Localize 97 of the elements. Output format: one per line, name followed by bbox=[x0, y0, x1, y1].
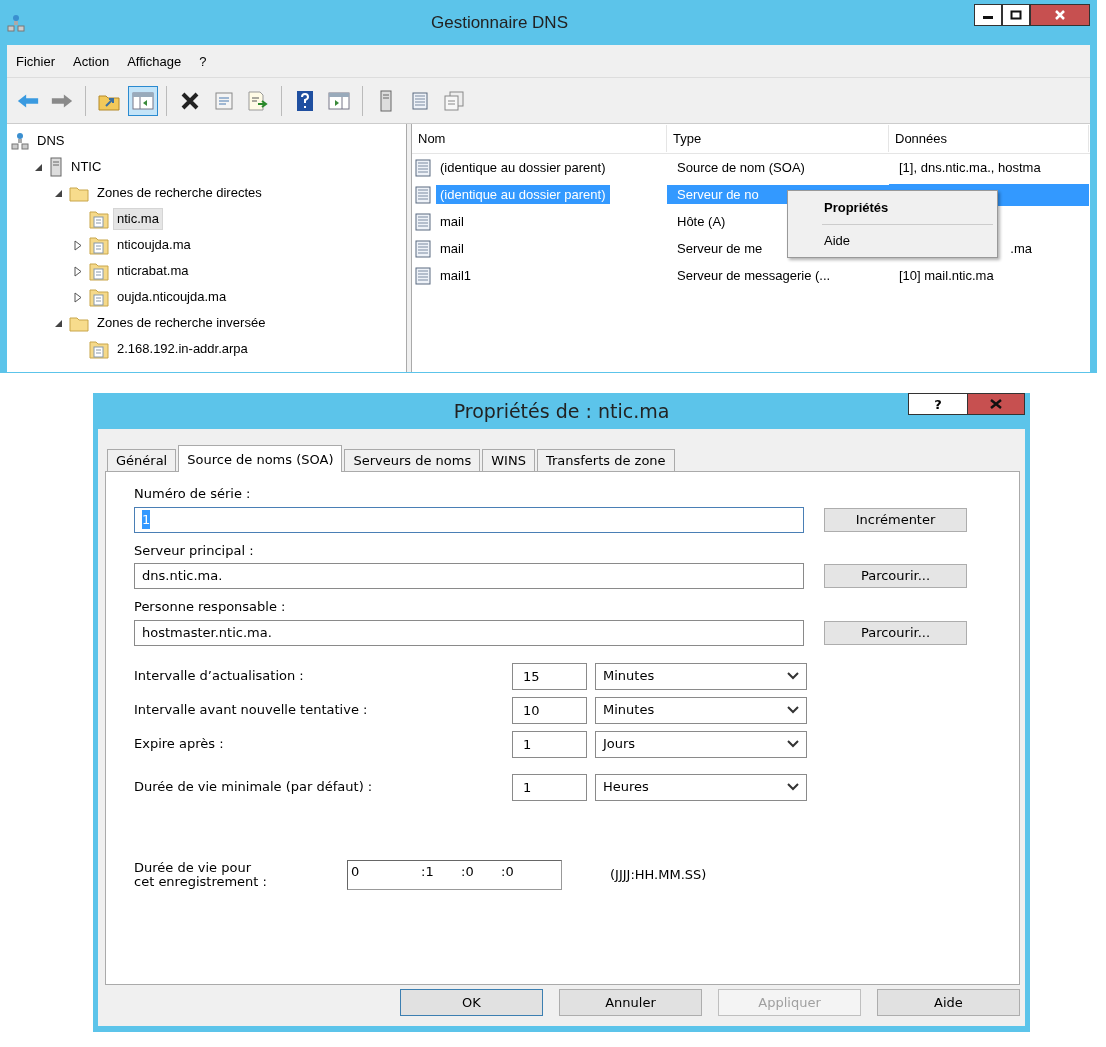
tab[interactable]: WINS bbox=[482, 449, 535, 471]
copy-icon bbox=[443, 90, 465, 111]
dns-server-icon bbox=[11, 132, 29, 150]
field-label: Personne responsable : bbox=[134, 598, 287, 616]
input-field[interactable]: dns.ntic.ma. bbox=[134, 563, 804, 589]
unit-dropdown[interactable]: Jours bbox=[595, 730, 807, 758]
field-label: Serveur principal : bbox=[134, 541, 255, 560]
table-cell-text: Source de nom (SOA) bbox=[676, 158, 806, 177]
browse-button[interactable]: Parcourir... bbox=[824, 564, 967, 588]
dialog-button[interactable]: Aide bbox=[877, 989, 1020, 1016]
record-icon bbox=[414, 239, 432, 258]
column-header[interactable]: Données bbox=[889, 124, 1089, 153]
delete-icon bbox=[180, 90, 200, 111]
folder-icon bbox=[69, 314, 89, 332]
table-cell-text: Serveur de me bbox=[676, 239, 764, 258]
chevron-down-icon bbox=[787, 672, 799, 680]
number-field[interactable]: 1 bbox=[512, 730, 587, 758]
dns-server-icon bbox=[7, 13, 25, 32]
help-button[interactable]: ? bbox=[908, 393, 968, 415]
window-title: Gestionnaire DNS bbox=[430, 11, 569, 34]
tree-item[interactable]: NTIC bbox=[67, 156, 106, 178]
format-hint: (JJJJ:HH.MM.SS) bbox=[610, 865, 707, 884]
export-list-icon bbox=[247, 90, 269, 111]
interval-label: Durée de vie minimale (par défaut) : bbox=[134, 778, 374, 797]
record-icon bbox=[411, 91, 429, 110]
number-field[interactable]: 10 bbox=[512, 696, 587, 724]
tree-item[interactable]: 2.168.192.in-addr.arpa bbox=[113, 338, 252, 360]
zone-file-icon bbox=[89, 339, 109, 359]
menu-item[interactable]: ? bbox=[190, 45, 216, 77]
tree-item[interactable]: Zones de recherche inversée bbox=[93, 312, 270, 334]
folder-icon bbox=[69, 184, 89, 202]
interval-label: Expire après : bbox=[134, 735, 225, 754]
table-cell-text: Serveur de messagerie (... bbox=[676, 266, 832, 285]
record-name[interactable]: mail1 bbox=[436, 265, 476, 286]
zone-file-icon bbox=[89, 209, 109, 229]
tab[interactable]: Général bbox=[107, 449, 177, 471]
close-icon bbox=[989, 399, 1003, 409]
unit-dropdown[interactable]: Minutes bbox=[595, 696, 807, 724]
zone-file-icon bbox=[89, 235, 109, 255]
tree-item[interactable]: ntic.ma bbox=[113, 208, 163, 230]
context-menu-item[interactable]: Propriétés bbox=[788, 194, 997, 222]
interval-label: Intervalle avant nouvelle tentative : bbox=[134, 701, 369, 720]
tab[interactable]: Transferts de zone bbox=[536, 449, 675, 471]
menu-item[interactable]: Affichage bbox=[118, 45, 191, 77]
zone-file-icon bbox=[89, 287, 109, 307]
number-field[interactable]: 15 bbox=[512, 662, 587, 690]
tree-item[interactable]: nticrabat.ma bbox=[113, 260, 193, 282]
maximize-button[interactable] bbox=[1002, 4, 1030, 26]
server-icon bbox=[49, 157, 63, 177]
browse-button[interactable]: Parcourir... bbox=[824, 620, 967, 645]
table-cell-text: [10] mail.ntic.ma bbox=[898, 266, 995, 285]
tab[interactable]: Source de noms (SOA) bbox=[178, 445, 343, 472]
unit-dropdown[interactable]: Minutes bbox=[595, 662, 807, 690]
properties-icon bbox=[214, 90, 234, 111]
tree-item[interactable]: Zones de recherche directes bbox=[93, 182, 266, 204]
record-icon bbox=[414, 212, 432, 231]
tree-item[interactable]: DNS bbox=[33, 130, 69, 152]
interval-label: Intervalle d’actualisation : bbox=[134, 667, 305, 686]
table-cell-text: Hôte (A) bbox=[676, 212, 727, 231]
column-header[interactable]: Type bbox=[667, 124, 889, 153]
ttl-input-field[interactable]: 0 :1 :0 :0 bbox=[347, 859, 562, 890]
context-menu-item[interactable]: Aide bbox=[788, 226, 997, 254]
unit-dropdown[interactable]: Heures bbox=[595, 773, 807, 801]
help-icon bbox=[296, 89, 314, 112]
column-header[interactable]: Nom bbox=[412, 124, 667, 153]
number-field[interactable]: 1 bbox=[512, 773, 587, 801]
tab[interactable]: Serveurs de noms bbox=[344, 449, 481, 471]
tree-item[interactable]: oujda.nticoujda.ma bbox=[113, 286, 231, 308]
record-name[interactable]: (identique au dossier parent) bbox=[436, 157, 610, 178]
record-name[interactable]: mail bbox=[436, 211, 468, 232]
browse-button[interactable]: Incrémenter bbox=[824, 507, 967, 532]
dialog-button[interactable]: Annuler bbox=[559, 989, 702, 1016]
record-name[interactable]: mail bbox=[436, 238, 468, 259]
server-icon bbox=[379, 89, 393, 112]
menu-item[interactable]: Fichier bbox=[7, 45, 64, 77]
record-icon bbox=[414, 185, 432, 204]
field-label: Numéro de série : bbox=[134, 485, 252, 503]
close-button[interactable] bbox=[1030, 4, 1090, 26]
record-icon bbox=[414, 266, 432, 285]
tree-item[interactable]: nticoujda.ma bbox=[113, 234, 195, 256]
dialog-button[interactable]: OK bbox=[400, 989, 543, 1016]
table-cell-text: .ma bbox=[1009, 239, 1033, 258]
input-field[interactable]: hostmaster.ntic.ma. bbox=[134, 619, 804, 646]
maximize-icon bbox=[1010, 10, 1022, 20]
chevron-down-icon bbox=[787, 740, 799, 748]
action-pane-icon bbox=[328, 90, 350, 111]
minimize-button[interactable] bbox=[974, 4, 1002, 26]
zone-file-icon bbox=[89, 261, 109, 281]
menu-item[interactable]: Action bbox=[64, 45, 119, 77]
chevron-down-icon bbox=[787, 783, 799, 791]
console-tree-icon bbox=[132, 90, 154, 111]
ttl-label: Durée de vie pour cet enregistrement : bbox=[134, 860, 268, 889]
dialog-title: Propriétés de : ntic.ma bbox=[453, 398, 670, 424]
table-cell-text: [1], dns.ntic.ma., hostma bbox=[898, 158, 1042, 177]
chevron-down-icon bbox=[787, 706, 799, 714]
close-icon bbox=[1054, 10, 1066, 20]
record-icon bbox=[414, 158, 432, 177]
